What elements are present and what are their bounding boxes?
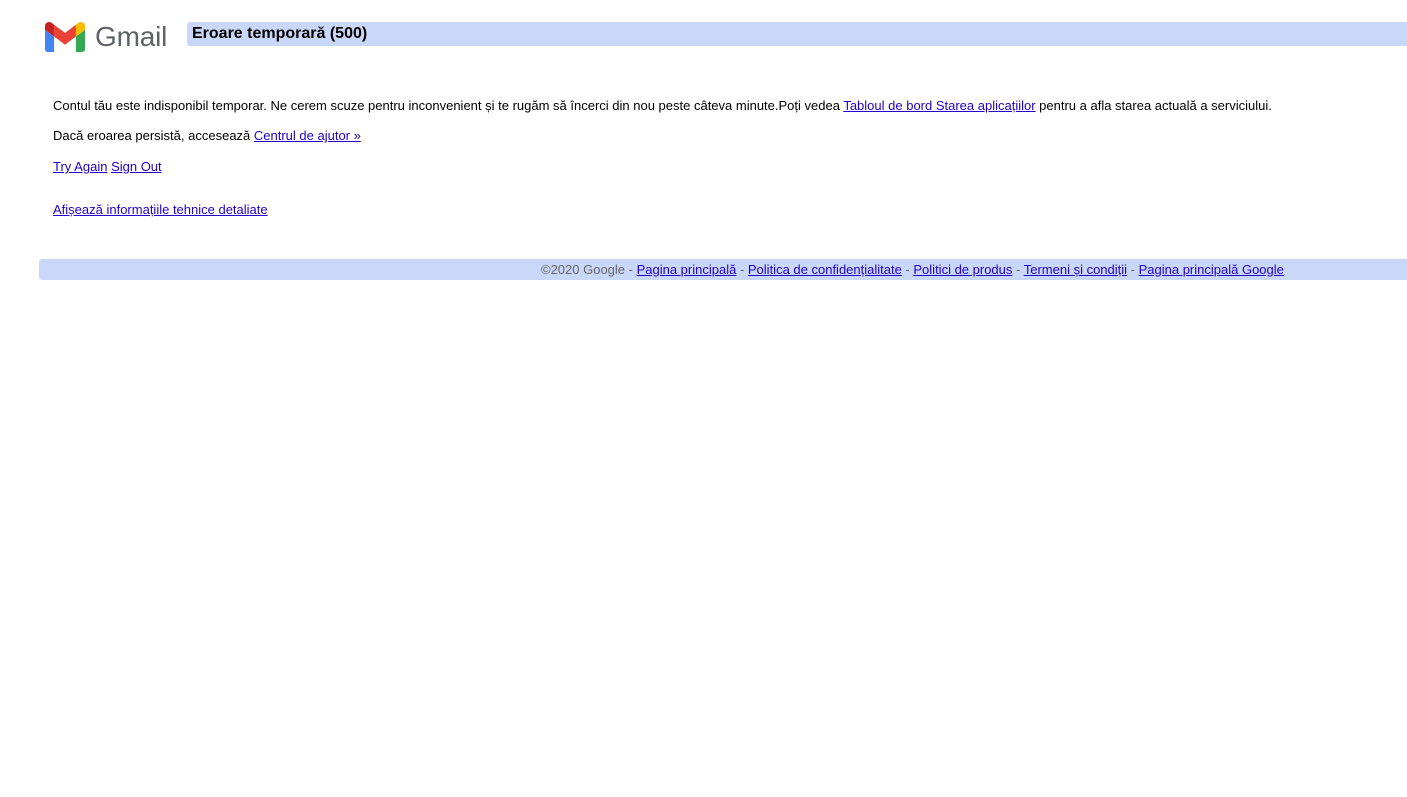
error-message: Contul tău este indisponibil temporar. N…	[53, 98, 1272, 114]
footer-copyright: ©2020 Google -	[541, 262, 637, 277]
show-technical-details-link[interactable]: Afișează informațiile tehnice detaliate	[53, 202, 268, 217]
error-message-text: Contul tău este indisponibil temporar. N…	[53, 98, 844, 113]
page-title: Eroare temporară (500)	[192, 25, 368, 42]
footer-separator: -	[901, 262, 914, 277]
footer-link-terms[interactable]: Termeni și condiții	[1024, 262, 1127, 277]
help-message: Dacă eroarea persistă, accesează Centrul…	[53, 128, 361, 144]
footer-link-google-home[interactable]: Pagina principală Google	[1139, 262, 1284, 277]
footer-link-privacy[interactable]: Politica de confidențialitate	[748, 262, 902, 277]
gmail-logo[interactable]: Gmail	[45, 20, 167, 54]
action-links: Try Again Sign Out	[53, 159, 162, 175]
error-message-suffix: pentru a afla starea actuală a serviciul…	[1035, 98, 1272, 113]
details-row: Afișează informațiile tehnice detaliate	[53, 202, 268, 218]
footer-bar: ©2020 Google - Pagina principală - Polit…	[39, 259, 1407, 280]
gmail-m-icon	[45, 22, 85, 52]
gmail-logo-text: Gmail	[95, 21, 168, 52]
footer-separator: -	[1127, 262, 1139, 277]
try-again-link[interactable]: Try Again	[53, 159, 107, 174]
footer: ©2020 Google - Pagina principală - Polit…	[541, 262, 1284, 278]
help-center-link[interactable]: Centrul de ajutor »	[254, 128, 361, 143]
footer-separator: -	[736, 262, 748, 277]
footer-separator: -	[1012, 262, 1024, 277]
title-bar: Eroare temporară (500)	[187, 22, 1407, 46]
error-page: Gmail Eroare temporară (500) Contul tău …	[0, 0, 1407, 797]
footer-link-home[interactable]: Pagina principală	[637, 262, 737, 277]
sign-out-link[interactable]: Sign Out	[111, 159, 162, 174]
help-message-text: Dacă eroarea persistă, accesează	[53, 128, 254, 143]
status-dashboard-link[interactable]: Tabloul de bord Starea aplicațiilor	[843, 98, 1035, 113]
footer-link-product-policies[interactable]: Politici de produs	[913, 262, 1012, 277]
